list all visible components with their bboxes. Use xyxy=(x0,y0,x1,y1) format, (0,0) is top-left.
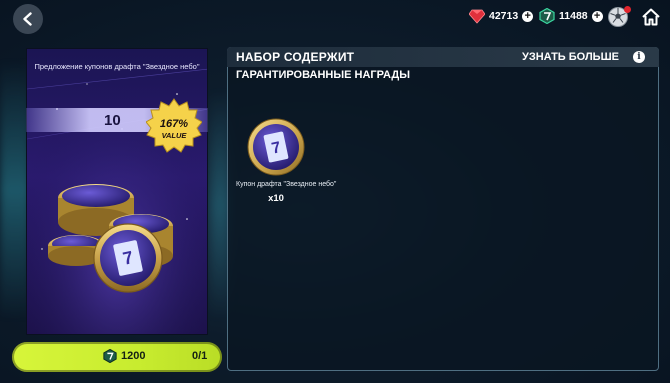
back-button[interactable] xyxy=(13,4,43,34)
buy-price-amount: 1200 xyxy=(121,350,146,362)
home-icon[interactable] xyxy=(640,6,662,28)
offer-quantity: 10 xyxy=(104,112,121,129)
gems-amount: 42713 xyxy=(489,10,519,22)
notification-dot xyxy=(624,6,631,13)
value-percent: 167% xyxy=(159,118,189,130)
reward-item[interactable]: 7 Купон драфта "Звездное небо" x10 xyxy=(236,118,337,208)
contents-panel xyxy=(227,47,659,371)
learn-more-link[interactable]: УЗНАТЬ БОЛЬШЕ xyxy=(522,51,619,63)
reward-name: Купон драфта "Звездное небо" xyxy=(236,181,337,188)
value-label: VALUE xyxy=(161,131,187,140)
gem-icon xyxy=(469,8,485,24)
info-icon[interactable]: i xyxy=(633,51,645,63)
coupon-coin-stack-image: 7 xyxy=(48,184,173,293)
panel-title: НАБОР СОДЕРЖИТ xyxy=(236,50,355,64)
guaranteed-rewards-heading: ГАРАНТИРОВАННЫЕ НАГРАДЫ xyxy=(236,69,410,81)
chevron-left-icon xyxy=(23,12,32,26)
add-gems-plus-icon[interactable]: + xyxy=(522,10,534,22)
reward-quantity: x10 xyxy=(268,193,284,204)
draft-coupon-icon: 7 xyxy=(247,118,305,176)
coins-amount: 11488 xyxy=(559,10,588,22)
coins-balance: 11488 + xyxy=(539,8,603,24)
buy-price: 1200 xyxy=(103,349,145,363)
coin-icon xyxy=(539,8,555,24)
coin-icon xyxy=(103,349,117,363)
purchase-limit: 0/1 xyxy=(192,350,208,362)
add-coins-plus-icon[interactable]: + xyxy=(591,10,603,22)
offer-title: Предложение купонов драфта "Звездное неб… xyxy=(34,62,200,71)
gems-balance: 42713 + xyxy=(469,8,534,24)
